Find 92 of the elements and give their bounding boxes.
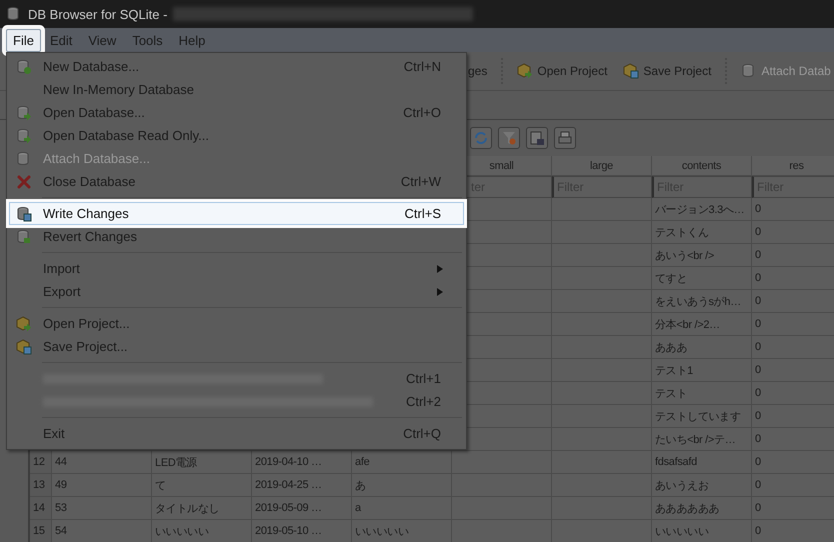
clear-filter-button[interactable] xyxy=(498,127,520,149)
table-cell: 49 xyxy=(52,474,152,497)
column-header[interactable]: contents xyxy=(652,156,752,176)
row-number: 13 xyxy=(30,474,52,497)
print-button[interactable] xyxy=(554,127,576,149)
refresh-button[interactable] xyxy=(470,127,492,149)
project-save-icon xyxy=(16,339,32,355)
table-cell: いいいいい xyxy=(152,520,252,542)
project-open-icon xyxy=(517,63,534,79)
project-open-icon xyxy=(16,316,32,332)
table-cell: あいう<br /> xyxy=(652,244,752,267)
table-cell: afe xyxy=(352,451,452,474)
table-cell: 0 xyxy=(752,405,834,428)
database-save-icon xyxy=(16,206,32,222)
table-cell: て xyxy=(152,474,252,497)
table-cell: テストくん xyxy=(652,221,752,244)
menu-item[interactable]: Ctrl+1 xyxy=(9,367,464,390)
database-plus-icon xyxy=(16,59,32,75)
table-cell: 2019-05-09 … xyxy=(252,497,352,520)
toolbar-button[interactable]: Open Project xyxy=(511,59,614,83)
column-header[interactable]: res xyxy=(752,156,834,176)
table-cell: バージョン3.3へ… xyxy=(652,198,752,221)
table-cell: 0 xyxy=(752,244,834,267)
menu-item[interactable]: Open Project... xyxy=(9,312,464,335)
row-number: 14 xyxy=(30,497,52,520)
refresh-icon xyxy=(473,130,489,146)
close-icon xyxy=(16,174,32,190)
table-cell: 0 xyxy=(752,313,834,336)
table-cell: 2019-04-25 … xyxy=(252,474,352,497)
table-cell: 0 xyxy=(752,497,834,520)
menu-item[interactable]: Open Database... Ctrl+O xyxy=(9,101,464,124)
table-cell: 2019-04-10 … xyxy=(252,451,352,474)
table-cell: テスト1 xyxy=(652,359,752,382)
table-cell: タイトルなし xyxy=(152,497,252,520)
submenu-arrow-icon xyxy=(437,264,443,272)
table-cell: 0 xyxy=(752,359,834,382)
menu-title[interactable]: Help xyxy=(172,28,212,52)
table-cell: ああああああ xyxy=(652,497,752,520)
menu-item[interactable]: Export xyxy=(9,280,464,303)
menu-title[interactable]: Edit xyxy=(42,28,80,52)
submenu-arrow-icon xyxy=(437,288,443,296)
table-cell: あ xyxy=(352,474,452,497)
table-cell: fdsafsafd xyxy=(652,451,752,474)
clear-filter-icon xyxy=(501,130,517,146)
export-icon xyxy=(529,130,545,146)
table-cell: 分本<br />2… xyxy=(652,313,752,336)
menu-item[interactable]: New In-Memory Database xyxy=(9,78,464,101)
table-cell: a xyxy=(352,497,452,520)
table-cell: 0 xyxy=(752,428,834,451)
table-cell: たいち<br />テ… xyxy=(652,428,752,451)
table-cell: テストしています xyxy=(652,405,752,428)
table-cell: テスト xyxy=(652,382,752,405)
table-cell: あいうえお xyxy=(652,474,752,497)
table-cell: 53 xyxy=(52,497,152,520)
table-cell: 44 xyxy=(52,451,152,474)
menu-item[interactable]: Write Changes Ctrl+S xyxy=(9,202,464,225)
menu-item[interactable]: Exit Ctrl+Q xyxy=(9,422,464,445)
table-cell: てすと xyxy=(652,267,752,290)
export-button[interactable] xyxy=(526,127,548,149)
table-cell: 0 xyxy=(752,382,834,405)
print-icon xyxy=(557,130,573,146)
menu-item[interactable]: New Database... Ctrl+N xyxy=(9,55,464,78)
project-save-icon xyxy=(623,63,640,79)
database-arrow-icon xyxy=(16,105,32,121)
menu-item[interactable]: Ctrl+2 xyxy=(9,390,464,413)
toolbar-button[interactable]: Save Project xyxy=(617,59,718,83)
menu-item[interactable]: Import xyxy=(9,257,464,280)
table-cell: 0 xyxy=(752,451,834,474)
row-number: 12 xyxy=(30,451,52,474)
menu-title[interactable]: View xyxy=(81,28,124,52)
table-cell: 0 xyxy=(752,520,834,542)
database-arrow-icon xyxy=(16,128,32,144)
table-cell: 0 xyxy=(752,198,834,221)
table-cell: いいいいい xyxy=(352,520,452,542)
menu-item[interactable]: Open Database Read Only... xyxy=(9,124,464,147)
table-cell: 0 xyxy=(752,221,834,244)
table-cell: 2019-05-10 … xyxy=(252,520,352,542)
table-cell: 0 xyxy=(752,474,834,497)
table-cell: 0 xyxy=(752,336,834,359)
table-cell: 0 xyxy=(752,267,834,290)
column-header[interactable]: large xyxy=(552,156,652,176)
table-cell: をえいあうsがh… xyxy=(652,290,752,313)
table-cell: 0 xyxy=(752,290,834,313)
menu-title[interactable]: Tools xyxy=(125,28,170,52)
table-cell: LED電源 xyxy=(152,451,252,474)
window-title: DB Browser for SQLite - xyxy=(28,6,168,22)
menu-item[interactable]: Save Project... xyxy=(9,335,464,358)
table-cell: いいいいい xyxy=(652,520,752,542)
table-cell: あああ xyxy=(652,336,752,359)
table-cell: 54 xyxy=(52,520,152,542)
menu-item[interactable]: Revert Changes xyxy=(9,225,464,248)
database-revert-icon xyxy=(16,229,32,245)
